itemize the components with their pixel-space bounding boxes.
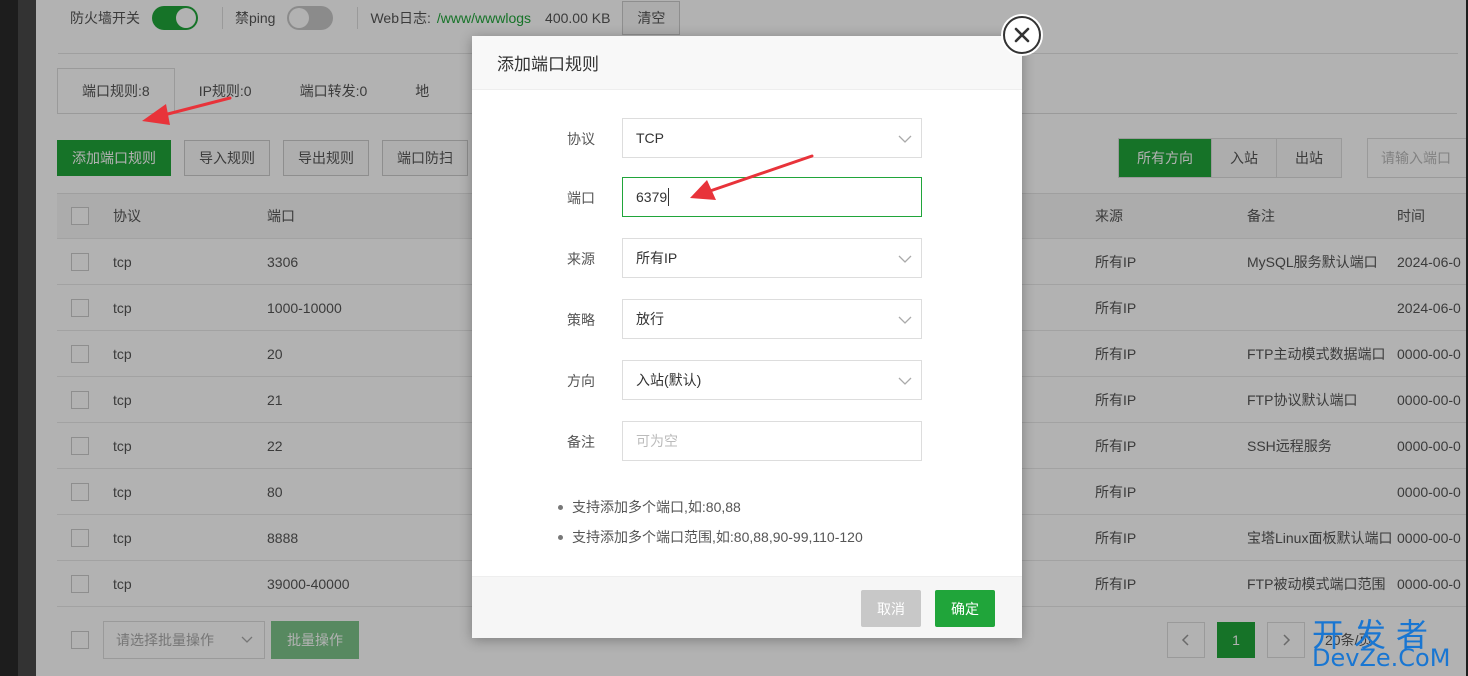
dialog-footer: 取消 确定 <box>472 576 1022 638</box>
close-dialog-button[interactable] <box>1003 16 1041 54</box>
chevron-down-icon <box>898 316 912 324</box>
watermark-logo: 开发者 DevZe.CoM <box>1310 610 1460 672</box>
protocol-label: 协议 <box>567 131 595 147</box>
direction-row: 方向 入站(默认) <box>472 360 1022 400</box>
port-input[interactable]: 6379 <box>622 177 922 217</box>
strategy-label: 策略 <box>567 312 595 328</box>
source-select[interactable]: 所有IP <box>622 238 922 278</box>
direction-value: 入站(默认) <box>636 372 702 388</box>
close-icon <box>1014 27 1030 43</box>
dialog-title: 添加端口规则 <box>472 36 1022 90</box>
hint-item: 支持添加多个端口,如:80,88 <box>558 498 863 528</box>
hint-item: 支持添加多个端口范围,如:80,88,90-99,110-120 <box>558 528 863 558</box>
add-port-rule-dialog: 添加端口规则 协议 TCP 端口 6379 来源 所有IP 策略 放行 方向 入… <box>472 36 1022 638</box>
hint-list: 支持添加多个端口,如:80,88 支持添加多个端口范围,如:80,88,90-9… <box>558 498 863 558</box>
source-value: 所有IP <box>636 250 678 266</box>
protocol-select[interactable]: TCP <box>622 118 922 158</box>
chevron-down-icon <box>898 255 912 263</box>
source-row: 来源 所有IP <box>472 238 1022 278</box>
chevron-down-icon <box>898 377 912 385</box>
text-caret <box>668 188 670 206</box>
source-label: 来源 <box>567 251 595 267</box>
note-row: 备注 可为空 <box>472 421 1022 461</box>
chevron-down-icon <box>898 135 912 143</box>
strategy-row: 策略 放行 <box>472 299 1022 339</box>
strategy-value: 放行 <box>636 311 664 327</box>
port-label: 端口 <box>567 190 595 206</box>
confirm-button[interactable]: 确定 <box>935 590 995 627</box>
strategy-select[interactable]: 放行 <box>622 299 922 339</box>
watermark-line2: DevZe.CoM <box>1312 644 1451 672</box>
protocol-value: TCP <box>636 130 664 146</box>
port-row: 端口 6379 <box>472 177 1022 217</box>
direction-label: 方向 <box>567 373 595 389</box>
cancel-button[interactable]: 取消 <box>861 590 921 627</box>
direction-select[interactable]: 入站(默认) <box>622 360 922 400</box>
protocol-row: 协议 TCP <box>472 118 1022 158</box>
note-label: 备注 <box>567 434 595 450</box>
note-input[interactable]: 可为空 <box>622 421 922 461</box>
port-value: 6379 <box>636 189 668 205</box>
